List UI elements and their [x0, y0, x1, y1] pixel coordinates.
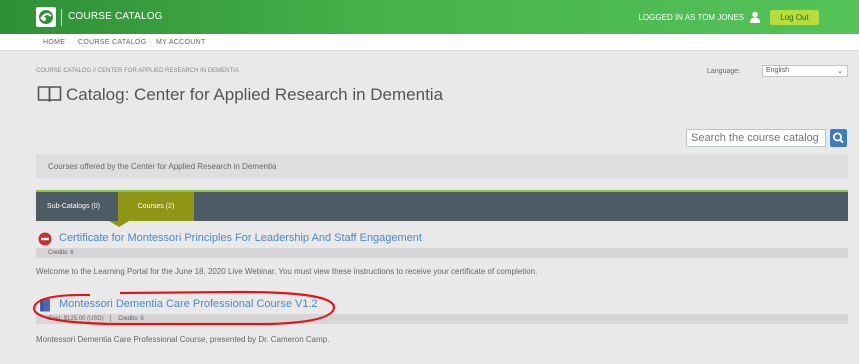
breadcrumb[interactable]: COURSE CATALOG // CENTER FOR APPLIED RES…	[36, 68, 239, 74]
meta-separator	[110, 314, 112, 322]
app-title[interactable]: COURSE CATALOG	[68, 11, 163, 22]
course-item: Montessori Dementia Care Professional Co…	[36, 298, 848, 348]
nav-item-my-account[interactable]: MY ACCOUNT	[156, 39, 206, 46]
active-tab-pointer	[109, 221, 129, 227]
course-meta: Cost: $125.00 (USD) Credits: 6	[36, 314, 848, 324]
chevron-down-icon: ⌄	[837, 68, 843, 75]
main-nav: HOME COURSE CATALOG MY ACCOUNT	[0, 34, 859, 51]
nav-item-home[interactable]: HOME	[43, 39, 65, 46]
credits-value: 6	[140, 316, 144, 322]
tab-sub-catalogs[interactable]: Sub-Catalogs (0)	[36, 192, 111, 221]
language-label: Language:	[707, 68, 741, 75]
credits-label: Credits:	[118, 316, 139, 322]
search-input[interactable]	[686, 129, 826, 147]
logout-button[interactable]: Log Out	[770, 10, 819, 25]
credits-value: 6	[70, 250, 74, 256]
catalog-description-box: Courses offered by the Center for Applie…	[36, 154, 848, 178]
top-header: COURSE CATALOG LOGGED IN AS TOM JONES Lo…	[0, 0, 859, 34]
catalog-description: Courses offered by the Center for Applie…	[48, 162, 277, 171]
search-button[interactable]	[830, 129, 847, 147]
search-icon	[833, 132, 844, 144]
page-title: Catalog: Center for Applied Research in …	[66, 85, 444, 104]
course-description: Montessori Dementia Care Professional Co…	[36, 335, 330, 344]
logo-icon[interactable]	[36, 7, 56, 27]
language-selected-value: English	[766, 67, 789, 74]
credits-label: Credits:	[48, 250, 69, 256]
catalog-tabs: Sub-Catalogs (0) Courses (2)	[36, 190, 848, 221]
book-icon	[40, 299, 50, 312]
cost-value: $125.00 (USD)	[63, 316, 104, 322]
course-title-link[interactable]: Certificate for Montessori Principles Fo…	[59, 232, 422, 244]
nav-item-course-catalog[interactable]: COURSE CATALOG	[78, 39, 147, 46]
cost-label: Cost:	[48, 316, 63, 322]
tab-courses[interactable]: Courses (2)	[118, 192, 194, 221]
course-description: Welcome to the Learning Portal for the J…	[36, 267, 538, 276]
course-item: Certificate for Montessori Principles Fo…	[36, 232, 848, 282]
book-open-icon	[37, 86, 62, 102]
course-meta: Credits: 6	[36, 248, 848, 258]
no-entry-icon	[38, 232, 52, 246]
language-select[interactable]: English ⌄	[762, 65, 848, 77]
logo-divider	[61, 9, 62, 26]
course-title-link[interactable]: Montessori Dementia Care Professional Co…	[59, 298, 318, 310]
user-icon	[750, 11, 760, 23]
login-status: LOGGED IN AS TOM JONES	[638, 13, 744, 22]
